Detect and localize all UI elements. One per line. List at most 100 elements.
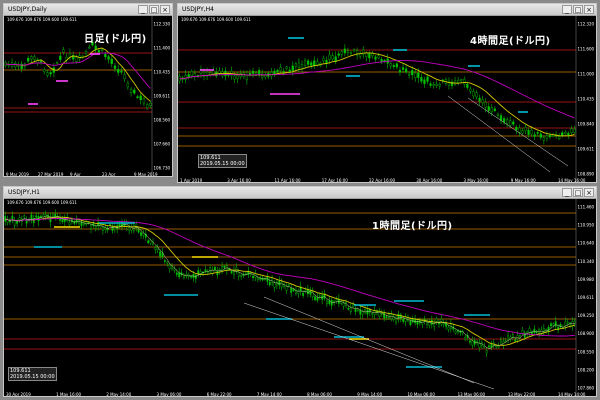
moving-average-fast — [179, 52, 575, 137]
title-bar[interactable]: USDJPY,H4 _ □ × — [178, 4, 596, 16]
candle-body — [146, 104, 149, 108]
trend-line — [467, 97, 569, 167]
candle-body — [35, 215, 38, 218]
candle-body — [288, 69, 291, 73]
candle-body — [573, 320, 576, 324]
candle-body — [392, 65, 395, 67]
time-tick-label: 9 May 14:00 — [357, 392, 382, 397]
time-tick-label: 30 Apr 2019 — [6, 392, 31, 397]
candle-body — [252, 275, 254, 279]
chart-window-daily[interactable]: USDJPY,Daily _ □ × 109.676 109.676 109.600… — [3, 3, 173, 177]
candle-body — [490, 107, 493, 113]
candle-body — [472, 91, 475, 97]
candle-body — [457, 79, 460, 83]
price-chart[interactable]: 111.460 110.950 110.640 110.340 109.980 109.6… — [4, 199, 597, 397]
minimize-icon[interactable]: _ — [562, 188, 572, 197]
tooltip-time: 2019.05.15 00:00 — [10, 374, 55, 380]
candle-body — [352, 49, 356, 52]
candle-body — [111, 226, 114, 231]
minimize-icon[interactable]: _ — [562, 5, 572, 14]
candle-body — [110, 58, 113, 64]
candle-body — [395, 318, 397, 323]
candle-body — [464, 337, 467, 340]
candle-body — [23, 215, 26, 218]
close-icon[interactable]: × — [584, 5, 594, 14]
candle-body — [429, 83, 432, 86]
chart-caption: 1時間足(ドル円) — [372, 221, 453, 232]
maximize-icon[interactable]: □ — [573, 188, 583, 197]
candle-body — [417, 72, 420, 78]
candle-body — [483, 345, 486, 348]
candle-body — [154, 247, 157, 250]
candle-body — [404, 68, 408, 73]
candle-body — [527, 129, 530, 135]
candle-body — [481, 99, 484, 104]
chart-window-h4[interactable]: USDJPY,H4 _ □ × 109.676 109.676 109.600 10… — [177, 3, 597, 183]
candle-body — [297, 62, 301, 68]
time-tick-label: 14 May 14:00 — [558, 392, 586, 397]
candle-body — [280, 282, 283, 288]
candle-body — [561, 132, 564, 136]
candle-body — [187, 273, 190, 277]
close-icon[interactable]: × — [584, 188, 594, 197]
candle-body — [43, 69, 46, 73]
candle-body — [61, 218, 64, 222]
candle-body — [244, 272, 247, 275]
candle-body — [97, 50, 101, 53]
candle-body — [378, 311, 381, 317]
time-tick-label: 9 Apr — [70, 172, 81, 177]
candle-body — [352, 304, 355, 307]
candle-body — [290, 287, 293, 293]
price-tick-label: 108.900 — [578, 331, 595, 336]
candle-body — [33, 56, 36, 60]
title-bar[interactable]: USDJPY,H1 _ □ × — [4, 187, 596, 199]
candle-body — [314, 296, 316, 300]
time-tick-label: 30 Apr 16:00 — [416, 178, 443, 183]
candle-body — [30, 214, 33, 220]
candle-body — [354, 308, 357, 312]
candle-body — [322, 57, 325, 62]
candle-body — [484, 102, 487, 108]
maximize-icon[interactable]: □ — [573, 5, 583, 14]
candle-body — [330, 300, 333, 306]
time-tick-label: 3 May 16:00 — [464, 178, 489, 183]
candle-body — [39, 60, 43, 63]
candle-body — [26, 57, 30, 62]
candle-body — [285, 285, 288, 291]
candle-body — [528, 328, 531, 333]
candle-body — [237, 272, 240, 277]
candle-body — [385, 316, 388, 318]
candle-body — [18, 217, 21, 221]
candle-body — [230, 271, 233, 274]
candle-body — [318, 294, 321, 297]
candle-body — [570, 128, 573, 133]
minimize-icon[interactable]: _ — [138, 5, 148, 14]
candle-body — [337, 53, 340, 56]
candle-body — [218, 269, 221, 272]
candle-body — [377, 55, 380, 59]
time-tick-label: 3 Apr 16:00 — [227, 178, 251, 183]
title-bar[interactable]: USDJPY,Daily _ □ × — [4, 4, 172, 16]
candle-body — [397, 313, 400, 319]
candle-body — [409, 320, 412, 325]
candle-body — [302, 292, 305, 296]
close-icon[interactable]: × — [160, 5, 170, 14]
candle-body — [113, 65, 117, 69]
time-tick-label: 17 Apr 16:00 — [322, 178, 349, 183]
price-tick-label: 110.950 — [578, 223, 595, 228]
candle-body — [292, 288, 295, 292]
candle-body — [401, 67, 405, 70]
candle-body — [190, 71, 193, 76]
candle-body — [460, 79, 463, 81]
chart-caption: 日足(ドル円) — [84, 34, 147, 45]
price-tick-label: 110.340 — [578, 259, 595, 264]
candle-body — [279, 67, 282, 71]
chart-window-h1[interactable]: USDJPY,H1 _ □ × 109.676 109.676 109.600 10… — [3, 186, 597, 397]
price-tick-label: 111.000 — [578, 72, 595, 77]
candle-body — [294, 63, 297, 67]
candle-body — [118, 223, 121, 227]
maximize-icon[interactable]: □ — [149, 5, 159, 14]
candle-body — [545, 135, 549, 139]
candle-body — [59, 55, 62, 60]
time-tick-label: 7 May 14:00 — [257, 392, 282, 397]
